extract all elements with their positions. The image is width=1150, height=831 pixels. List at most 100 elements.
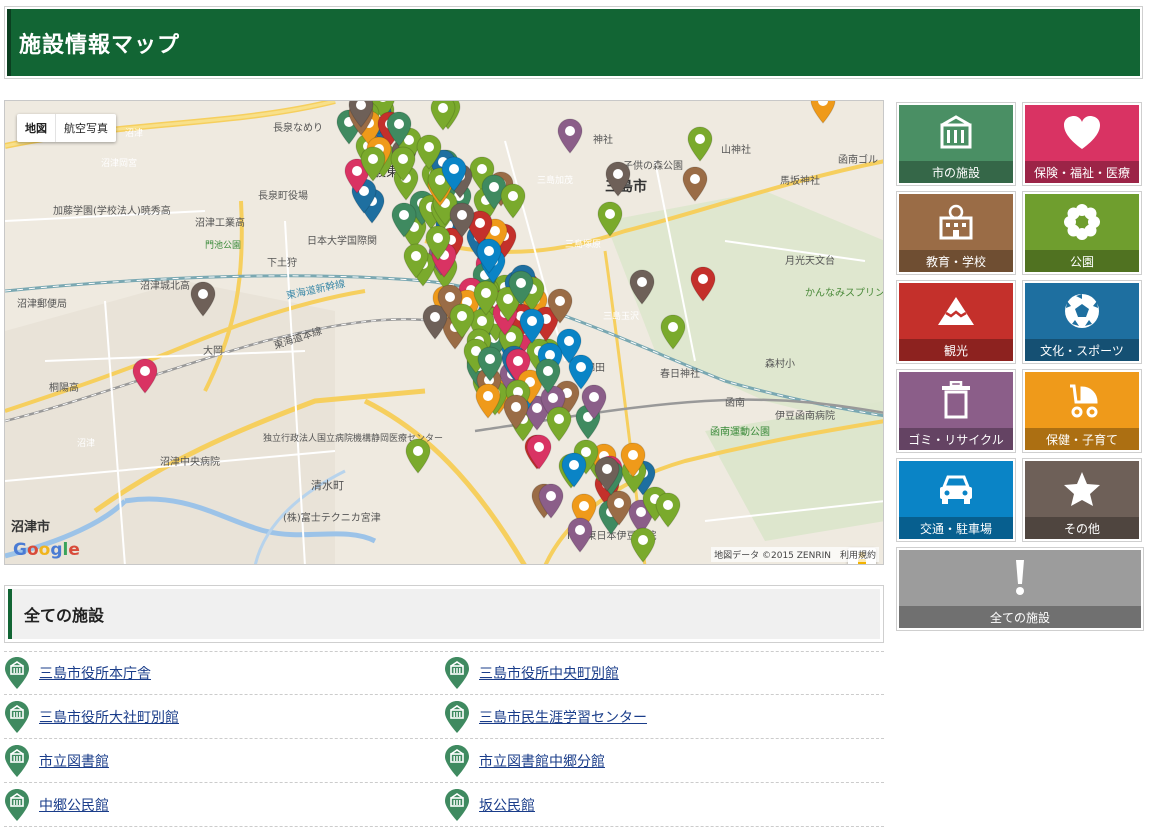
label-kadoike-park: 門池公園	[205, 239, 241, 251]
label-fuji-technica: (株)富士テクニカ宮津	[283, 511, 381, 524]
label-kannami-sports: 函南運動公園	[710, 425, 770, 438]
label-kannami: かんなみスプリングスカントリー	[805, 286, 884, 299]
trash-icon	[942, 381, 970, 419]
facilities-list: 三島市役所本庁舎 三島市役所中央町別館 三島市役所大社町別館 三島市民生涯学習セ…	[4, 651, 884, 827]
facility-link[interactable]: 市立図書館中郷分館	[479, 751, 605, 771]
label-numazu-post: 沼津郵便局	[17, 297, 67, 310]
school-icon	[939, 204, 973, 240]
category-tourism-label: 観光	[899, 339, 1013, 361]
mountain-icon	[938, 297, 974, 325]
building-icon	[940, 115, 972, 149]
exclamation-icon	[1016, 560, 1024, 595]
list-row: 中郷公民館 坂公民館	[4, 783, 884, 827]
category-education-label: 教育・学校	[899, 250, 1013, 272]
label-kannami-2: 函南	[725, 396, 745, 409]
list-row: 三島市役所本庁舎 三島市役所中央町別館	[4, 651, 884, 695]
label-tamazawa: 三島玉沢	[603, 310, 639, 322]
list-row: 三島市役所大社町別館 三島市民生涯学習センター	[4, 695, 884, 739]
facility-link[interactable]: 市立図書館	[39, 751, 109, 771]
city-facility-icon	[444, 788, 470, 822]
map-type-satellite[interactable]: 航空写真	[55, 114, 116, 142]
facility-link[interactable]: 三島市役所本庁舎	[39, 663, 151, 683]
page-title: 施設情報マップ	[19, 32, 181, 58]
category-transport-label: 交通・駐車場	[899, 517, 1013, 539]
heart-icon	[1064, 116, 1100, 149]
category-transport-button[interactable]: 交通・駐車場	[896, 458, 1016, 542]
list-item: 坂公民館	[444, 783, 884, 826]
map-base[interactable]: 長泉なめり 長泉町役場 沼津 沼津岡宮 加藤学園(学校法人)暁秀高 沼津工業高 …	[5, 101, 884, 565]
label-yamagami: 山神社	[721, 143, 751, 156]
google-logo: Google	[13, 540, 80, 560]
facility-link[interactable]: 三島市役所大社町別館	[39, 707, 179, 727]
label-ooka: 大岡	[203, 344, 223, 357]
category-welfare-label: 保険・福祉・医療	[1025, 161, 1139, 183]
flower-icon	[1064, 204, 1100, 240]
facilities-header: 全ての施設	[4, 585, 884, 643]
category-city-label: 市の施設	[899, 161, 1013, 183]
category-recycle-button[interactable]: ゴミ・リサイクル	[896, 369, 1016, 453]
list-row: 市立図書館 市立図書館中郷分館	[4, 739, 884, 783]
category-other-button[interactable]: その他	[1022, 458, 1142, 542]
label-numazu-chuo: 沼津中央病院	[160, 455, 220, 468]
label-kato-gakuen: 加藤学園(学校法人)暁秀高	[53, 204, 171, 217]
label-nagaizumi-office: 長泉町役場	[258, 189, 308, 202]
label-numazu-2: 沼津	[77, 438, 95, 449]
facility-link[interactable]: 中郷公民館	[39, 795, 109, 815]
label-nagaizumi-nameri: 長泉なめり	[273, 121, 323, 134]
category-all-label: 全ての施設	[899, 606, 1141, 628]
list-item: 市立図書館	[4, 739, 444, 782]
city-facility-icon	[444, 744, 470, 778]
facility-link[interactable]: 三島市民生涯学習センター	[479, 707, 647, 727]
label-numazu-okamiya: 沼津岡宮	[101, 157, 137, 169]
label-kodomo-park: 子供の森公園	[623, 159, 683, 172]
label-numazu-johoku: 沼津城北高	[140, 279, 190, 292]
facility-link[interactable]: 坂公民館	[479, 795, 535, 815]
city-facility-icon	[4, 656, 30, 690]
map-type-roadmap[interactable]: 地図	[17, 114, 55, 142]
city-facility-icon	[4, 744, 30, 778]
list-item: 市立図書館中郷分館	[444, 739, 884, 782]
map-credit[interactable]: 地図データ ©2015 ZENRIN 利用規約	[711, 547, 879, 562]
list-item: 三島市役所中央町別館	[444, 652, 884, 694]
category-recycle-label: ゴミ・リサイクル	[899, 428, 1013, 450]
map-type-control: 地図 航空写真	[17, 114, 116, 142]
label-morimura: 森村小	[765, 357, 795, 370]
category-education-button[interactable]: 教育・学校	[896, 191, 1016, 275]
label-jinja: 神社	[593, 133, 613, 146]
city-facility-icon	[444, 656, 470, 690]
facilities-title: 全ての施設	[24, 606, 105, 625]
category-childcare-label: 保健・子育て	[1025, 428, 1139, 450]
label-numazu-city: 沼津市	[11, 519, 50, 535]
category-park-label: 公園	[1025, 250, 1139, 272]
label-gekko: 月光天文台	[785, 254, 835, 267]
category-childcare-button[interactable]: 保健・子育て	[1022, 369, 1142, 453]
category-culture-button[interactable]: 文化・スポーツ	[1022, 280, 1142, 364]
label-numazu-station: 沼津	[125, 128, 143, 139]
city-facility-icon	[4, 788, 30, 822]
title-bar: 施設情報マップ	[7, 9, 1140, 76]
category-culture-label: 文化・スポーツ	[1025, 339, 1139, 361]
category-park-button[interactable]: 公園	[1022, 191, 1142, 275]
facility-link[interactable]: 三島市役所中央町別館	[479, 663, 619, 683]
label-shimizu: 清水町	[311, 479, 344, 492]
label-nihon-univ: 日本大学国際関	[307, 234, 377, 247]
facility-map[interactable]: 長泉なめり 長泉町役場 沼津 沼津岡宮 加藤学園(学校法人)暁秀高 沼津工業高 …	[4, 100, 884, 565]
list-item: 三島市役所大社町別館	[4, 695, 444, 738]
category-welfare-button[interactable]: 保険・福祉・医療	[1022, 102, 1142, 186]
label-numazu-kogyo: 沼津工業高	[195, 216, 245, 229]
list-item: 三島市民生涯学習センター	[444, 695, 884, 738]
label-mishima-tsukahara: 三島塚原	[565, 238, 601, 250]
label-kasuga: 春日神社	[660, 367, 700, 380]
page-header: 施設情報マップ	[4, 6, 1143, 79]
category-tourism-button[interactable]: 観光	[896, 280, 1016, 364]
category-other-label: その他	[1025, 517, 1139, 539]
category-city-button[interactable]: 市の施設	[896, 102, 1016, 186]
category-all-button[interactable]: 全ての施設	[896, 547, 1144, 631]
label-masaka: 馬坂神社	[780, 174, 820, 187]
star-icon	[1064, 472, 1100, 506]
stroller-icon	[1070, 384, 1098, 418]
label-kannami-golf: 函南ゴル	[838, 153, 878, 166]
label-mishima-kamo: 三島加茂	[537, 174, 573, 186]
label-izu-kannami-hospital: 伊豆函南病院	[775, 409, 835, 422]
ball-icon	[1065, 294, 1099, 328]
